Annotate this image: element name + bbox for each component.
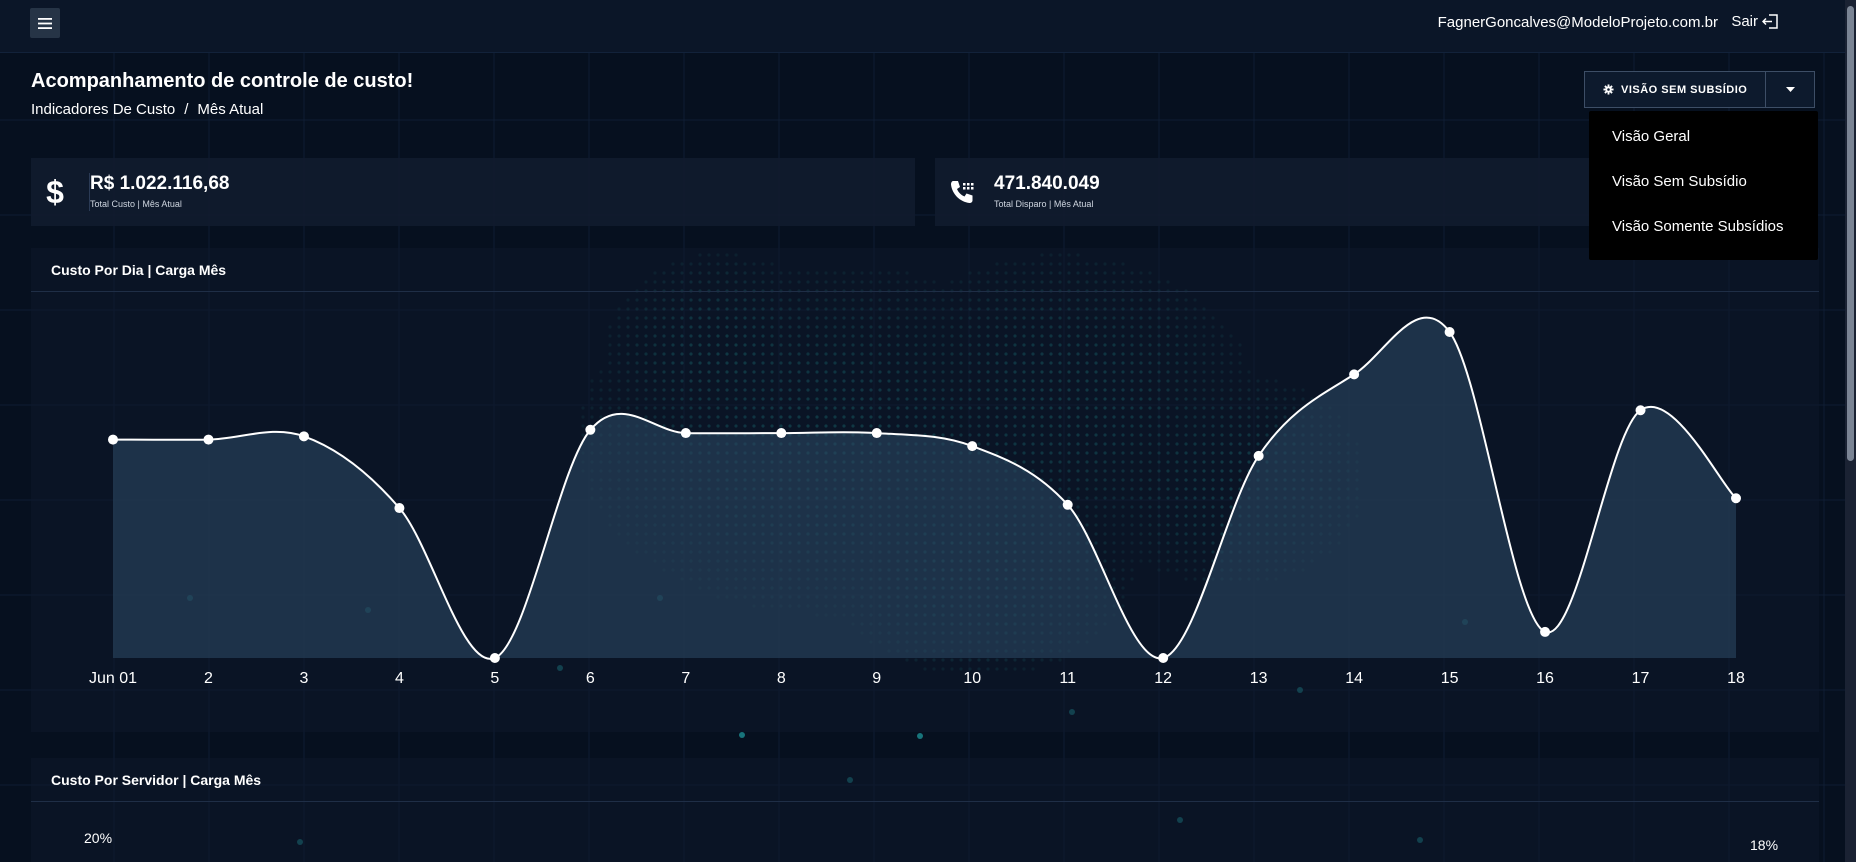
x-tick-label: 16 <box>1536 670 1554 687</box>
chart-point[interactable] <box>298 431 309 442</box>
chart-point[interactable] <box>1540 626 1551 637</box>
x-tick-label: 7 <box>681 670 690 687</box>
x-tick-label: 3 <box>299 670 308 687</box>
scroll-thumb[interactable] <box>1847 6 1854 461</box>
view-option-subsidies-only[interactable]: Visão Somente Subsídios <box>1589 204 1818 249</box>
caret-down-icon <box>1785 87 1795 92</box>
x-tick-label: 6 <box>586 670 595 687</box>
x-tick-label: 4 <box>395 670 404 687</box>
page-scrollbar[interactable] <box>1845 0 1856 862</box>
chart-point[interactable] <box>871 428 882 439</box>
chart-point[interactable] <box>1731 493 1741 504</box>
x-tick-label: 12 <box>1154 670 1172 687</box>
x-tick-label: 11 <box>1059 670 1076 687</box>
chart-point[interactable] <box>967 441 978 452</box>
chart-point[interactable] <box>1062 499 1073 510</box>
chart-point[interactable] <box>489 653 500 663</box>
chart-point[interactable] <box>1158 653 1169 663</box>
x-tick-label: 9 <box>872 670 881 687</box>
chart-point[interactable] <box>680 428 691 439</box>
x-tick-label: 14 <box>1345 670 1363 687</box>
view-dropdown-menu: Visão Geral Visão Sem Subsídio Visão Som… <box>1589 111 1818 260</box>
chart-point[interactable] <box>1253 450 1264 461</box>
chart-point[interactable] <box>585 424 596 435</box>
x-tick-label: 13 <box>1250 670 1268 687</box>
x-tick-label: Jun 01 <box>89 670 137 687</box>
x-tick-label: 2 <box>204 670 213 687</box>
chart-point[interactable] <box>108 434 118 445</box>
view-selector-button[interactable]: VISÃO SEM SUBSÍDIO <box>1584 71 1767 108</box>
view-selector-toggle[interactable] <box>1766 71 1816 108</box>
view-selector-label: VISÃO SEM SUBSÍDIO <box>1621 83 1748 96</box>
chart-point[interactable] <box>1349 369 1360 380</box>
x-tick-label: 10 <box>963 670 981 687</box>
x-tick-label: 5 <box>490 670 499 687</box>
chart-point[interactable] <box>1444 327 1455 337</box>
x-tick-label: 8 <box>777 670 786 687</box>
chart-point[interactable] <box>203 434 214 445</box>
view-selector: VISÃO SEM SUBSÍDIO <box>1584 71 1816 108</box>
chart-point[interactable] <box>776 428 787 439</box>
gear-icon <box>1603 84 1614 95</box>
daily-cost-chart: Jun 01 2 3 4 5 6 7 8 9 10 11 12 13 14 15 16 17 18 <box>89 316 1745 687</box>
server-chart-value-label: 18% <box>1750 837 1779 853</box>
view-option-no-subsidy[interactable]: Visão Sem Subsídio <box>1589 159 1818 204</box>
server-chart-y-label: 20% <box>84 830 113 846</box>
view-option-general[interactable]: Visão Geral <box>1589 114 1818 159</box>
x-tick-label: 17 <box>1632 670 1650 687</box>
x-tick-label: 15 <box>1441 670 1459 687</box>
chart-point[interactable] <box>1635 405 1646 416</box>
chart-point[interactable] <box>394 503 405 514</box>
x-tick-label: 18 <box>1727 670 1745 687</box>
chart-area <box>113 317 1736 659</box>
